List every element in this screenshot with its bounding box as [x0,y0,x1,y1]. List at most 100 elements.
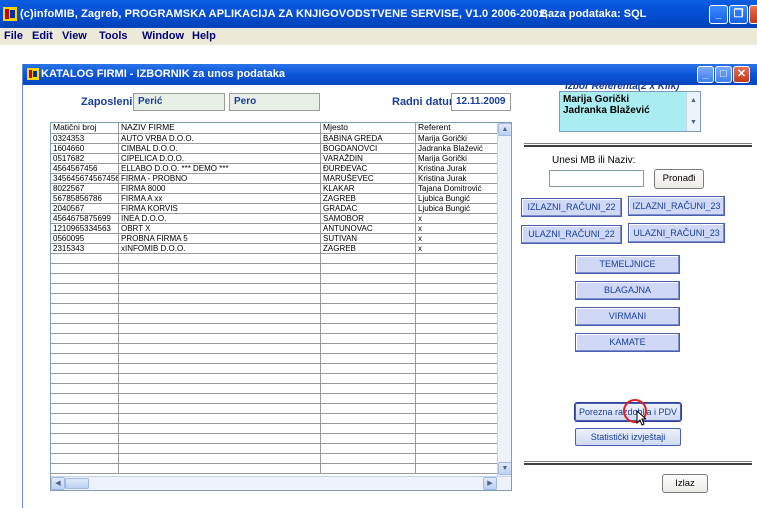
scroll-down-icon[interactable]: ▼ [498,462,511,475]
table-cell[interactable]: 0517682 [51,154,119,163]
table-cell[interactable] [321,414,416,423]
table-row[interactable] [51,444,499,454]
table-cell[interactable]: 2040567 [51,204,119,213]
table-cell[interactable]: Tajana Domitrović [416,184,499,193]
table-cell[interactable] [51,274,119,283]
table-row[interactable]: 0324353 AUTO VRBA D.O.O. BABINA GREDA Marij… [51,134,499,144]
restore-icon[interactable]: ❐ [729,5,748,24]
table-cell[interactable]: Kristina Jurak [416,164,499,173]
horizontal-scroll-thumb[interactable] [65,478,89,489]
menu-edit[interactable]: Edit [32,30,53,42]
table-cell[interactable]: CIMBAL D.O.O. [119,144,321,153]
table-row[interactable] [51,464,499,474]
menu-help[interactable]: Help [192,30,216,42]
table-cell[interactable]: x [416,244,499,253]
ulazni-racuni-23-button[interactable]: ULAZNI_RAČUNI_23 [628,223,725,243]
table-cell[interactable] [119,344,321,353]
table-cell[interactable]: 1604660 [51,144,119,153]
table-cell[interactable] [119,394,321,403]
table-cell[interactable] [321,424,416,433]
table-cell[interactable]: GRADAC [321,204,416,213]
table-cell[interactable] [321,254,416,263]
search-button[interactable]: Pronađi [654,169,704,189]
table-row[interactable]: 0517682 CIPELICA D.O.O. VARAŽDIN Marija Gor… [51,154,499,164]
table-cell[interactable]: 8022567 [51,184,119,193]
table-cell[interactable] [119,314,321,323]
table-row[interactable] [51,364,499,374]
table-cell[interactable] [119,334,321,343]
table-row[interactable]: 3456456745674565 FIRMA - PROBNO MARUŠEVEC K… [51,174,499,184]
scroll-right-icon[interactable]: ▶ [483,477,497,490]
table-cell[interactable]: ZAGREB [321,194,416,203]
table-cell[interactable] [51,294,119,303]
menu-file[interactable]: File [4,30,23,42]
table-cell[interactable] [119,354,321,363]
table-cell[interactable] [51,284,119,293]
table-cell[interactable] [416,394,499,403]
table-cell[interactable]: 2315343 [51,244,119,253]
table-cell[interactable] [51,344,119,353]
table-cell[interactable]: FIRMA 8000 [119,184,321,193]
table-cell[interactable] [321,364,416,373]
table-cell[interactable] [321,284,416,293]
table-vertical-scrollbar[interactable]: ▲ ▼ [497,123,511,476]
table-cell[interactable] [119,404,321,413]
table-cell[interactable] [119,284,321,293]
table-cell[interactable]: 0560095 [51,234,119,243]
date-field[interactable]: 12.11.2009 [451,93,511,111]
menu-window[interactable]: Window [142,30,184,42]
table-cell[interactable]: BABINA GREDA [321,134,416,143]
table-cell[interactable]: Marija Gorički [416,134,499,143]
table-cell[interactable] [416,404,499,413]
table-cell[interactable] [51,454,119,463]
table-cell[interactable] [416,414,499,423]
table-cell[interactable] [321,304,416,313]
table-cell[interactable] [119,464,321,473]
referent-list[interactable]: Marija Gorički Jadranka Blažević ▲ ▼ [559,91,701,132]
table-cell[interactable] [119,374,321,383]
table-row[interactable] [51,434,499,444]
table-cell[interactable]: ZAGREB [321,244,416,253]
scroll-up-icon[interactable]: ▲ [689,96,698,105]
table-row[interactable] [51,374,499,384]
table-cell[interactable] [119,364,321,373]
table-row[interactable]: 8022567 FIRMA 8000 KLAKAR Tajana Domitrović [51,184,499,194]
table-cell[interactable]: xINFOMIB D.O.O. [119,244,321,253]
table-cell[interactable]: x [416,234,499,243]
table-cell[interactable]: 3456456745674565 [51,174,119,183]
column-header-mb[interactable]: Matični broj [51,123,119,133]
table-cell[interactable] [51,394,119,403]
window-maximize-icon[interactable]: □ [715,66,732,83]
scroll-down-icon[interactable]: ▼ [689,118,698,127]
table-cell[interactable] [416,284,499,293]
close-icon[interactable] [749,5,757,24]
table-cell[interactable]: Ljubica Bungić [416,194,499,203]
table-cell[interactable] [321,394,416,403]
table-cell[interactable]: PROBNA FIRMA 5 [119,234,321,243]
table-cell[interactable]: SUTIVAN [321,234,416,243]
table-cell[interactable] [321,264,416,273]
table-row[interactable]: 4564675875699 INEA D.O.O. SAMOBOR x [51,214,499,224]
column-header-mjesto[interactable]: Mjesto [321,123,416,133]
table-horizontal-scrollbar[interactable]: ◀ ▶ [51,476,511,490]
table-cell[interactable] [416,334,499,343]
table-cell[interactable] [321,404,416,413]
blagajna-button[interactable]: BLAGAJNA [575,281,680,300]
table-cell[interactable] [51,434,119,443]
table-cell[interactable] [416,344,499,353]
table-cell[interactable] [321,274,416,283]
table-row[interactable] [51,354,499,364]
izlazni-racuni-23-button[interactable]: IZLAZNI_RAČUNI_23 [628,196,725,216]
table-cell[interactable]: FIRMA A xx [119,194,321,203]
table-row[interactable]: 2040567 FIRMA KORVIS GRADAC Ljubica Bungić [51,204,499,214]
table-row[interactable] [51,424,499,434]
table-cell[interactable] [416,294,499,303]
scroll-up-icon[interactable]: ▲ [498,123,511,136]
table-cell[interactable] [51,404,119,413]
table-row[interactable] [51,384,499,394]
referent-scrollbar[interactable]: ▲ ▼ [686,92,700,131]
table-row[interactable] [51,294,499,304]
table-cell[interactable] [51,354,119,363]
table-cell[interactable] [321,294,416,303]
table-cell[interactable]: 56785856786 [51,194,119,203]
